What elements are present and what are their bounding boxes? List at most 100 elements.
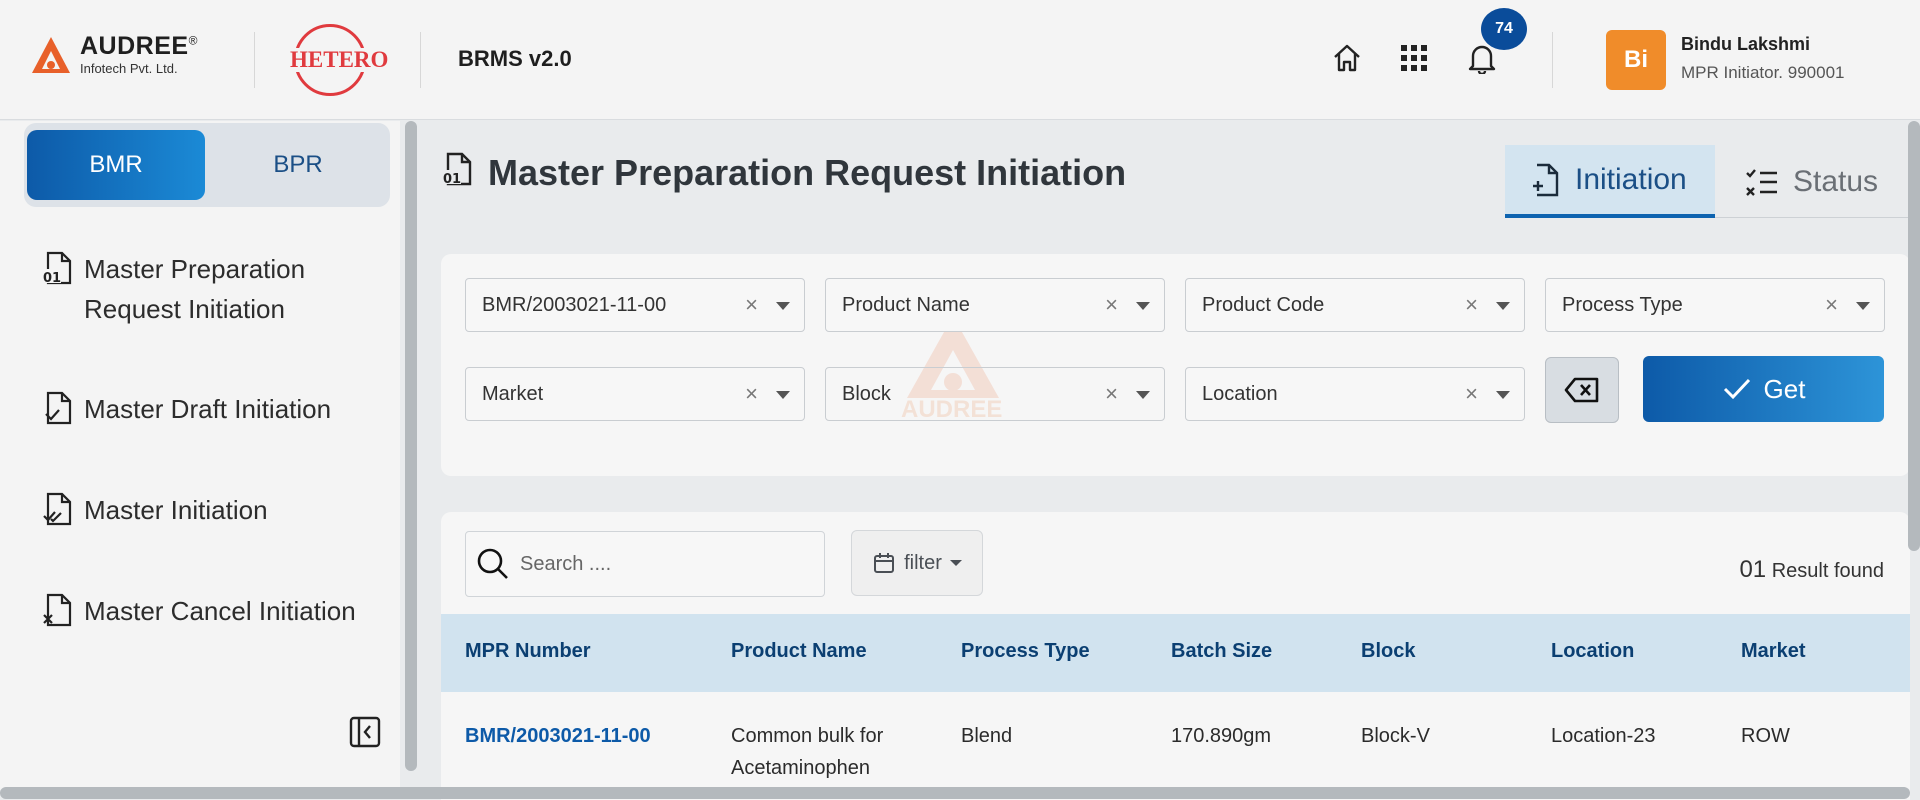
- collapse-sidebar-icon[interactable]: [348, 715, 382, 749]
- doc-add-icon: [1533, 163, 1559, 196]
- block-cell: Block-V: [1361, 725, 1430, 747]
- sidebar-item-label: Request Initiation: [84, 294, 285, 324]
- chevron-down-icon[interactable]: [776, 391, 790, 399]
- doc-01-icon: 01: [40, 249, 74, 289]
- chevron-down-icon[interactable]: [1496, 391, 1510, 399]
- hetero-logo-text: HETERO: [290, 47, 389, 72]
- product-name-line: Common bulk for: [731, 725, 884, 747]
- chevron-down-icon[interactable]: [776, 302, 790, 310]
- horizontal-scrollbar[interactable]: [0, 787, 1910, 799]
- doc-cancel-icon: [40, 591, 74, 631]
- doc-check-icon: [40, 389, 74, 429]
- column-header[interactable]: Process Type: [961, 640, 1090, 663]
- clear-filters-button[interactable]: [1545, 357, 1619, 423]
- chevron-down-icon[interactable]: [1136, 302, 1150, 310]
- audree-sub-text: Infotech Pvt. Ltd.: [80, 61, 178, 76]
- sidebar-item-label: Master Initiation: [84, 495, 268, 525]
- filter-label: filter: [904, 551, 942, 574]
- sidebar: BMR BPR 01 Master Preparation Request In…: [0, 121, 400, 790]
- location-select[interactable]: Location ×: [1185, 367, 1525, 421]
- doc-01-icon: 01: [440, 150, 474, 195]
- location-placeholder: Location: [1202, 382, 1278, 405]
- column-header[interactable]: Location: [1551, 640, 1634, 663]
- top-header: AUDREE® Infotech Pvt. Ltd. HETERO BRMS v…: [0, 0, 1920, 120]
- notification-badge[interactable]: 74: [1481, 8, 1527, 50]
- chevron-down-icon[interactable]: [1496, 302, 1510, 310]
- product-code-placeholder: Product Code: [1202, 293, 1325, 316]
- page-header: 01 Master Preparation Request Initiation: [440, 150, 1126, 195]
- svg-text:01: 01: [443, 172, 461, 187]
- app-title: BRMS v2.0: [458, 46, 572, 71]
- get-button-label: Get: [1763, 373, 1806, 404]
- sidebar-scrollbar[interactable]: [405, 121, 417, 771]
- tab-status[interactable]: Status: [1745, 145, 1915, 218]
- column-header[interactable]: MPR Number: [465, 640, 591, 663]
- process-type-placeholder: Process Type: [1562, 293, 1683, 316]
- get-button[interactable]: Get: [1643, 356, 1884, 422]
- tab-initiation[interactable]: Initiation: [1505, 145, 1715, 218]
- user-role: MPR Initiator. 990001: [1681, 63, 1845, 82]
- segment-bmr[interactable]: BMR: [27, 130, 205, 200]
- search-icon: [477, 548, 508, 579]
- clear-icon[interactable]: ×: [745, 381, 758, 407]
- column-header[interactable]: Batch Size: [1171, 640, 1272, 663]
- sidebar-item-master-draft[interactable]: Master Draft Initiation: [40, 389, 331, 429]
- clear-icon[interactable]: ×: [1465, 292, 1478, 318]
- sidebar-item-master-preparation-request[interactable]: 01 Master Preparation Request Initiation: [40, 249, 305, 329]
- block-placeholder: Block: [842, 382, 891, 405]
- product-name-line: Acetaminophen: [731, 757, 870, 779]
- hetero-logo: HETERO: [290, 22, 388, 100]
- process-type-select[interactable]: Process Type ×: [1545, 278, 1885, 332]
- market-cell: ROW: [1741, 725, 1790, 747]
- tab-initiation-label: Initiation: [1575, 162, 1687, 196]
- segment-bpr[interactable]: BPR: [209, 130, 387, 200]
- clear-icon[interactable]: ×: [1105, 292, 1118, 318]
- clear-icon[interactable]: ×: [745, 292, 758, 318]
- doc-double-check-icon: [40, 490, 74, 530]
- header-divider: [1552, 32, 1553, 88]
- filter-dropdown-button[interactable]: filter: [851, 530, 983, 596]
- chevron-down-icon[interactable]: [1856, 302, 1870, 310]
- column-header[interactable]: Block: [1361, 640, 1415, 663]
- market-select[interactable]: Market ×: [465, 367, 805, 421]
- audree-brand-text: AUDREE: [80, 32, 189, 60]
- search-placeholder: Search ....: [520, 552, 612, 575]
- chevron-down-icon[interactable]: [1136, 391, 1150, 399]
- mpr-number-value: BMR/2003021-11-00: [482, 293, 667, 316]
- result-count-label: Result found: [1771, 560, 1884, 582]
- audree-triangle-icon: [30, 35, 72, 75]
- column-header[interactable]: Market: [1741, 640, 1805, 663]
- header-divider: [420, 32, 421, 88]
- sidebar-item-master-initiation[interactable]: Master Initiation: [40, 490, 268, 530]
- calendar-icon: [874, 553, 895, 573]
- chevron-down-icon: [949, 560, 962, 566]
- block-select[interactable]: Block ×: [825, 367, 1165, 421]
- sidebar-item-master-cancel[interactable]: Master Cancel Initiation: [40, 591, 356, 631]
- product-code-select[interactable]: Product Code ×: [1185, 278, 1525, 332]
- home-icon[interactable]: [1329, 40, 1365, 76]
- clear-icon[interactable]: ×: [1105, 381, 1118, 407]
- avatar[interactable]: Bi: [1606, 30, 1666, 90]
- check-icon: [1723, 378, 1750, 400]
- result-count: 01 Result found: [1739, 556, 1884, 584]
- product-name-select[interactable]: Product Name ×: [825, 278, 1165, 332]
- result-count-number: 01: [1739, 556, 1767, 583]
- apps-grid-icon[interactable]: [1396, 40, 1432, 76]
- location-cell: Location-23: [1551, 725, 1656, 747]
- product-name-cell: Common bulk for Acetaminophen: [731, 720, 883, 784]
- audree-logo: AUDREE® Infotech Pvt. Ltd.: [30, 34, 198, 75]
- search-input[interactable]: Search ....: [465, 531, 825, 597]
- checklist-icon: [1746, 168, 1777, 196]
- backspace-icon: [1564, 377, 1599, 403]
- main-scrollbar[interactable]: [1908, 121, 1920, 551]
- clear-icon[interactable]: ×: [1465, 381, 1478, 407]
- product-name-placeholder: Product Name: [842, 293, 970, 316]
- page-title: Master Preparation Request Initiation: [488, 151, 1127, 193]
- sidebar-item-label: Master Draft Initiation: [84, 394, 332, 424]
- column-header[interactable]: Product Name: [731, 640, 867, 663]
- batch-size-cell: 170.890gm: [1171, 725, 1272, 747]
- clear-icon[interactable]: ×: [1825, 292, 1838, 318]
- mpr-number-select[interactable]: BMR/2003021-11-00 ×: [465, 278, 805, 332]
- market-placeholder: Market: [482, 382, 544, 405]
- mpr-number-link[interactable]: BMR/2003021-11-00: [465, 720, 651, 752]
